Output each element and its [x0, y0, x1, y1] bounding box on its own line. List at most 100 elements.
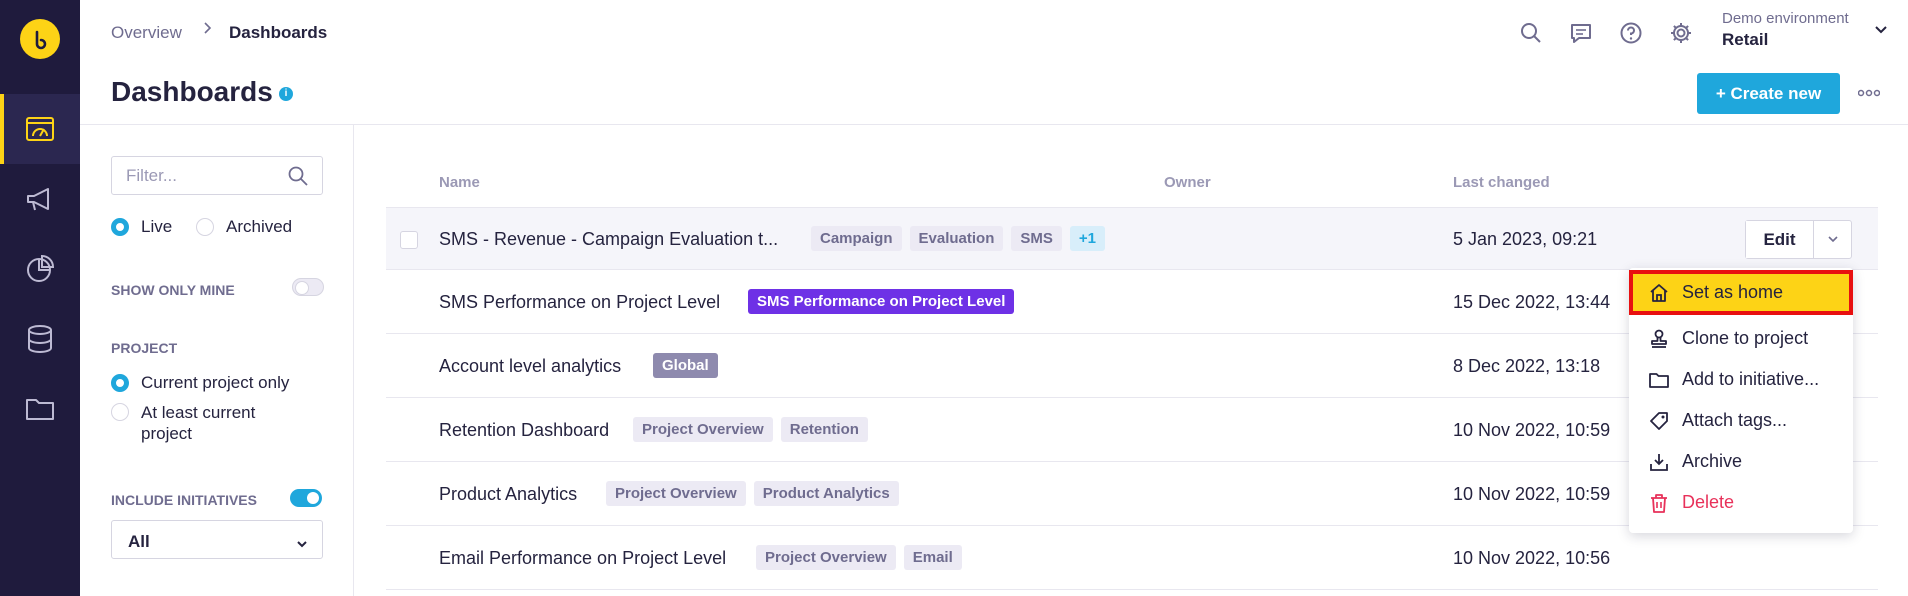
- dashboard-name[interactable]: SMS Performance on Project Level: [439, 292, 720, 313]
- logo-glyph: [35, 30, 47, 50]
- menu-item-attach-tags[interactable]: Attach tags...: [1629, 400, 1853, 441]
- dashboard-name[interactable]: SMS - Revenue - Campaign Evaluation t...: [439, 229, 778, 250]
- menu-item-clone-to-project[interactable]: Clone to project: [1629, 318, 1853, 359]
- column-header-last-changed[interactable]: Last changed: [1453, 174, 1550, 191]
- pie-chart-icon: [27, 254, 55, 282]
- project-current-label: Current project only: [141, 373, 290, 392]
- tag-list: SMS Performance on Project Level: [748, 289, 1015, 314]
- initiative-select-value: All: [128, 532, 150, 551]
- last-changed-date: 10 Nov 2022, 10:59: [1453, 420, 1611, 440]
- menu-item-delete[interactable]: Delete: [1629, 482, 1853, 523]
- tag-badge: SMS Performance on Project Level: [748, 289, 1015, 314]
- nav-rail: [0, 0, 80, 596]
- top-bar: Overview Dashboards Demo environment Ret…: [80, 0, 1908, 64]
- info-icon[interactable]: i: [279, 87, 293, 101]
- tag-badge: Global: [653, 353, 718, 378]
- dashboard-icon: [26, 117, 54, 141]
- breadcrumb-current: Dashboards: [229, 23, 328, 42]
- last-changed-date: 5 Jan 2023, 09:21: [1453, 229, 1598, 249]
- radio-unselected-icon: [111, 403, 129, 421]
- gear-icon[interactable]: [1668, 20, 1694, 46]
- project-current-radio[interactable]: Current project only: [111, 373, 289, 393]
- status-live-radio[interactable]: Live: [111, 217, 172, 237]
- tag-badge: SMS: [1011, 226, 1062, 251]
- menu-item-label: Attach tags...: [1682, 410, 1788, 430]
- dashboard-name[interactable]: Retention Dashboard: [439, 420, 609, 441]
- tag-badge: Product Analytics: [753, 481, 899, 506]
- edit-split-button: Edit: [1745, 220, 1852, 259]
- dashboard-name[interactable]: Email Performance on Project Level: [439, 548, 726, 569]
- row-actions-menu: Set as home Clone to project Add to init…: [1629, 268, 1853, 533]
- column-header-name[interactable]: Name: [439, 174, 480, 191]
- tag-list: Project Overview Retention: [633, 417, 868, 442]
- table-row[interactable]: Email Performance on Project Level Proje…: [386, 527, 1878, 590]
- table-row[interactable]: SMS - Revenue - Campaign Evaluation t...…: [386, 207, 1878, 270]
- more-tags-badge[interactable]: +1: [1069, 226, 1105, 251]
- search-icon[interactable]: [1518, 20, 1544, 46]
- filter-panel: Live Archived SHOW ONLY MINE PROJECT Cur…: [80, 125, 354, 596]
- app-logo[interactable]: [20, 19, 60, 59]
- column-header-owner[interactable]: Owner: [1164, 174, 1211, 191]
- status-archived-radio[interactable]: Archived: [196, 217, 292, 237]
- menu-item-archive[interactable]: Archive: [1629, 441, 1853, 482]
- row-actions-chevron-icon[interactable]: [1814, 221, 1851, 258]
- last-changed-date: 10 Nov 2022, 10:59: [1453, 484, 1611, 504]
- last-changed-date: 15 Dec 2022, 13:44: [1453, 292, 1611, 312]
- tag-badge: Retention: [780, 417, 868, 442]
- nav-item-data[interactable]: [0, 304, 80, 374]
- nav-item-dashboards[interactable]: [0, 94, 80, 164]
- chat-icon[interactable]: [1568, 20, 1594, 46]
- menu-item-set-as-home[interactable]: Set as home: [1629, 270, 1853, 315]
- initiative-select[interactable]: All: [111, 520, 323, 559]
- menu-item-label: Archive: [1682, 451, 1743, 471]
- project-label: PROJECT: [111, 340, 178, 356]
- more-options-icon[interactable]: [1855, 83, 1883, 103]
- show-only-mine-toggle[interactable]: [292, 278, 324, 296]
- tag-badge: Email: [903, 545, 962, 570]
- project-at-least-radio[interactable]: At least current project: [111, 403, 311, 444]
- chevron-down-icon: [296, 534, 308, 554]
- chevron-down-icon[interactable]: [1874, 22, 1888, 40]
- row-checkbox[interactable]: [400, 231, 418, 249]
- tag-list: Global: [653, 353, 718, 378]
- filter-search-icon: [287, 165, 309, 192]
- breadcrumb-separator-icon: [202, 21, 214, 40]
- folder-icon: [1649, 372, 1669, 388]
- trash-icon: [1651, 493, 1667, 513]
- create-new-button[interactable]: + Create new: [1697, 73, 1840, 114]
- archive-download-icon: [1650, 453, 1668, 471]
- nav-item-analytics[interactable]: [0, 234, 80, 304]
- tag-badge: Evaluation: [909, 226, 1004, 251]
- project-at-least-label: At least current project: [141, 403, 256, 443]
- nav-item-files[interactable]: [0, 374, 80, 444]
- home-icon: [1650, 283, 1668, 302]
- radio-selected-icon: [111, 374, 129, 392]
- tag-badge: Project Overview: [633, 417, 773, 442]
- tag-badge: Project Overview: [606, 481, 746, 506]
- page-title: Dashboards: [111, 76, 273, 107]
- folder-icon: [26, 399, 54, 420]
- nav-item-campaigns[interactable]: [0, 164, 80, 234]
- tag-badge: Campaign: [811, 226, 902, 251]
- menu-item-add-to-initiative[interactable]: Add to initiative...: [1629, 359, 1853, 400]
- header-divider: [80, 124, 1908, 125]
- dashboard-name[interactable]: Account level analytics: [439, 356, 621, 377]
- last-changed-date: 10 Nov 2022, 10:56: [1453, 548, 1611, 568]
- megaphone-icon: [27, 188, 49, 211]
- edit-button[interactable]: Edit: [1746, 221, 1814, 258]
- tag-list: Project Overview Product Analytics: [606, 481, 899, 506]
- menu-item-label: Clone to project: [1682, 328, 1809, 348]
- menu-item-label: Set as home: [1682, 282, 1784, 302]
- breadcrumb-overview[interactable]: Overview: [111, 23, 182, 43]
- tag-icon: [1650, 411, 1668, 430]
- include-initiatives-toggle[interactable]: [290, 489, 322, 507]
- tag-list: Project Overview Email: [756, 545, 962, 570]
- radio-selected-icon: [111, 218, 129, 236]
- last-changed-date: 8 Dec 2022, 13:18: [1453, 356, 1601, 376]
- help-icon[interactable]: [1618, 20, 1644, 46]
- show-only-mine-label: SHOW ONLY MINE: [111, 282, 235, 298]
- dashboard-name[interactable]: Product Analytics: [439, 484, 577, 505]
- status-live-label: Live: [141, 217, 173, 236]
- radio-unselected-icon: [196, 218, 214, 236]
- database-icon: [28, 325, 52, 353]
